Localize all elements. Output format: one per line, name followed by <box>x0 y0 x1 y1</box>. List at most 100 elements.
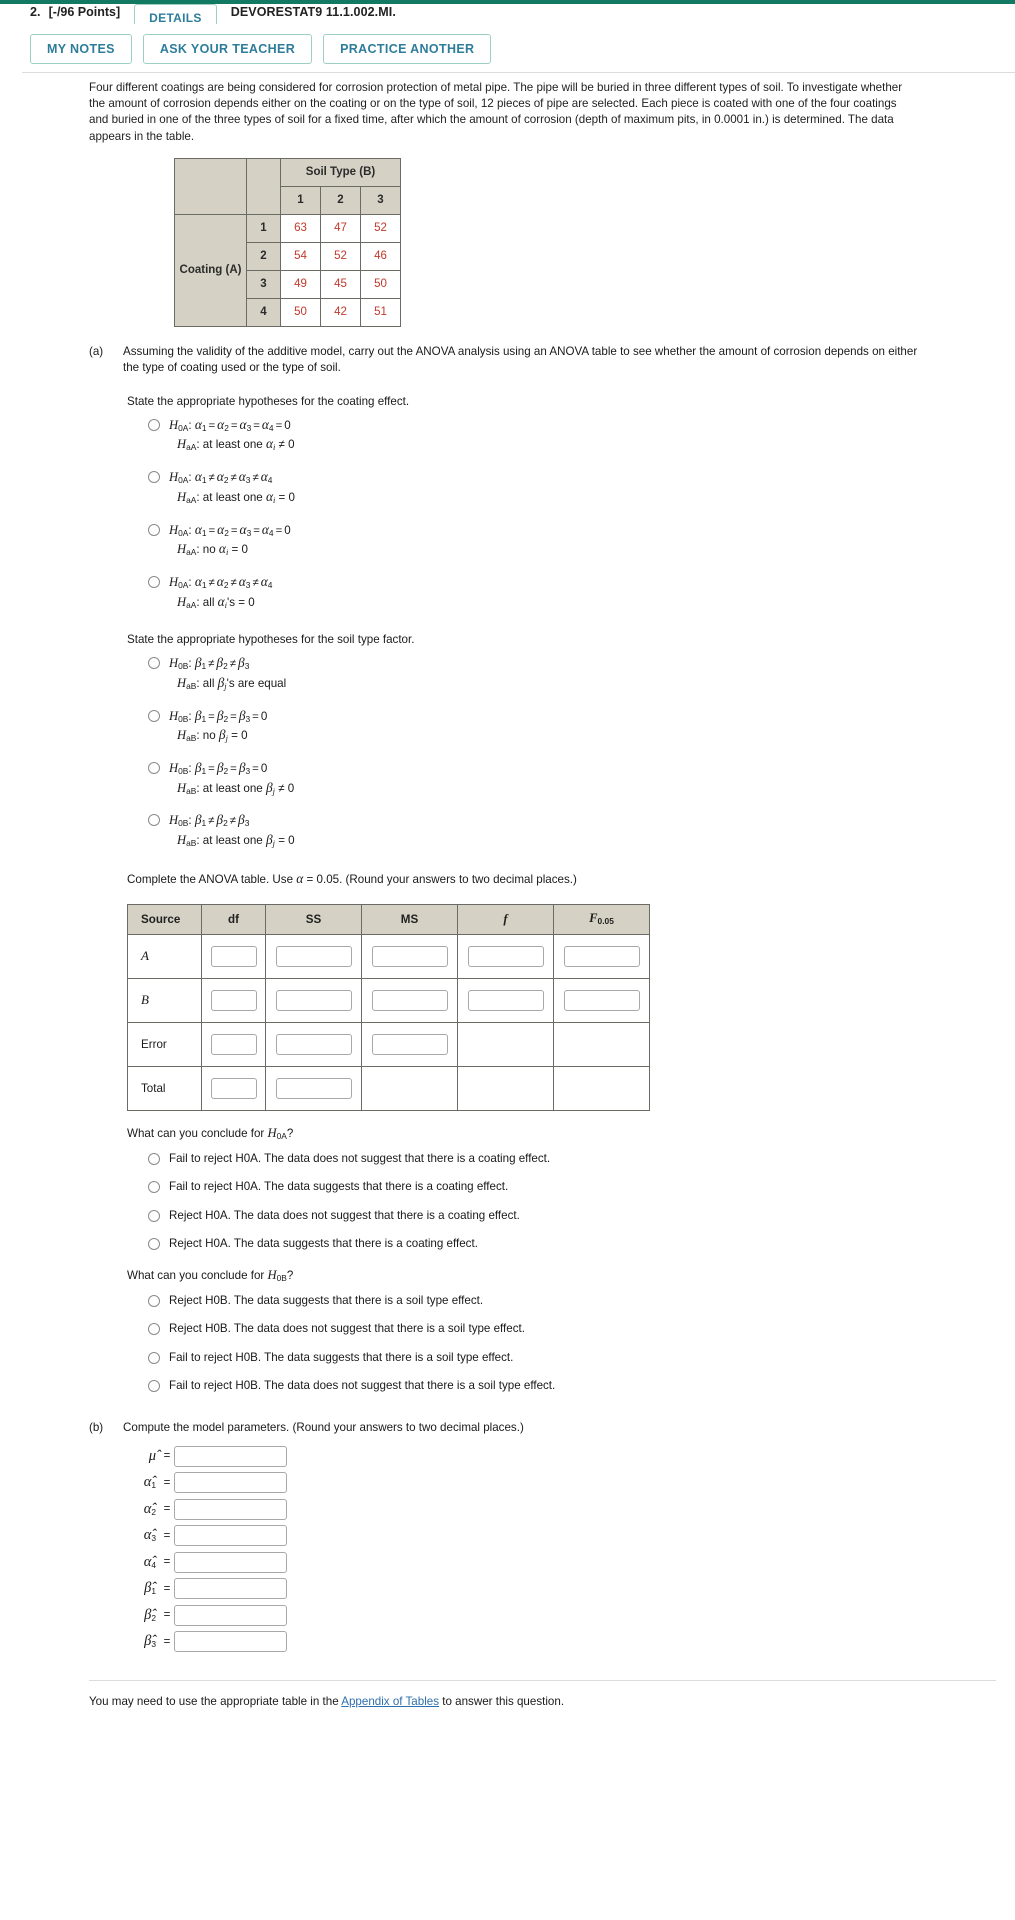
anova-table: Source df SS MS f F0.05 A B Error Total <box>127 903 650 1111</box>
radio-button[interactable] <box>148 1380 160 1393</box>
question-header: 2. [-/96 Points] DETAILS DEVORESTAT9 11.… <box>0 4 1015 24</box>
conclusion-b-options: Reject H0B. The data suggests that there… <box>148 1293 1015 1395</box>
radio-button[interactable] <box>148 1351 160 1364</box>
anova-a-ms-input[interactable] <box>371 945 448 967</box>
conclusion-a-option-2[interactable]: Fail to reject H0A. The data suggests th… <box>148 1179 1015 1196</box>
anova-col-f05: F0.05 <box>553 903 650 935</box>
anova-total-df-input[interactable] <box>210 1077 257 1099</box>
radio-button[interactable] <box>148 1152 160 1165</box>
param-label-alpha2: α̂2 <box>143 1500 156 1518</box>
soil-hypothesis-prompt: State the appropriate hypotheses for the… <box>127 633 415 647</box>
anova-prompt-pre: Complete the ANOVA table. Use <box>127 872 297 886</box>
question-number: 2. <box>30 5 41 19</box>
equals-sign: = <box>163 1609 171 1622</box>
radio-button[interactable] <box>148 1323 160 1336</box>
ask-your-teacher-button[interactable]: ASK YOUR TEACHER <box>142 34 313 64</box>
anova-error-ms-input[interactable] <box>371 1033 448 1055</box>
anova-col-ms: MS <box>361 903 458 935</box>
param-row-beta1: β̂1 = <box>124 1577 1015 1600</box>
radio-button[interactable] <box>148 1209 160 1222</box>
conclusion-b-option-4[interactable]: Fail to reject H0B. The data does not su… <box>148 1378 1015 1395</box>
param-alpha4-input[interactable] <box>174 1551 287 1573</box>
anova-prompt-post: = 0.05. (Round your answers to two decim… <box>303 872 577 886</box>
table-corner-cell-2 <box>246 157 281 215</box>
data-cell-1-2: 47 <box>320 213 361 243</box>
anova-b-f05-input[interactable] <box>563 989 640 1011</box>
anova-error-ss-input[interactable] <box>275 1033 352 1055</box>
table-corner-cell <box>174 157 247 215</box>
anova-col-source: Source <box>127 903 202 935</box>
anova-cell <box>457 933 554 979</box>
conclusion-a-option-3[interactable]: Reject H0A. The data does not suggest th… <box>148 1208 1015 1225</box>
anova-a-f-input[interactable] <box>467 945 544 967</box>
appendix-of-tables-link[interactable]: Appendix of Tables <box>341 1695 439 1708</box>
conclusion-a-option-1[interactable]: Fail to reject H0A. The data does not su… <box>148 1151 1015 1168</box>
anova-b-f-input[interactable] <box>467 989 544 1011</box>
conclusion-b-label-4: Fail to reject H0B. The data does not su… <box>169 1379 556 1393</box>
practice-another-button[interactable]: PRACTICE ANOTHER <box>323 34 492 64</box>
data-cell-2-3: 46 <box>360 241 401 271</box>
radio-button[interactable] <box>148 523 160 536</box>
radio-button[interactable] <box>148 575 160 588</box>
anova-a-f05-input[interactable] <box>563 945 640 967</box>
param-beta2-input[interactable] <box>174 1604 287 1626</box>
anova-cell <box>265 977 362 1023</box>
radio-button[interactable] <box>148 1238 160 1251</box>
param-alpha2-input[interactable] <box>174 1498 287 1520</box>
radio-button[interactable] <box>148 709 160 722</box>
anova-a-ss-input[interactable] <box>275 945 352 967</box>
anova-row-a-label: A <box>127 933 202 979</box>
soil-option-1[interactable]: H0B: β1 ≠ β2 ≠ β3 HaB: all βj's are equal <box>148 655 1015 695</box>
anova-b-ss-input[interactable] <box>275 989 352 1011</box>
param-mu-input[interactable] <box>174 1445 287 1467</box>
radio-button[interactable] <box>148 761 160 774</box>
data-cell-4-1: 50 <box>280 297 321 327</box>
soil-option-2[interactable]: H0B: β1 = β2 = β3 = 0 HaB: no βj = 0 <box>148 708 1015 748</box>
param-label-mu: μ̂ <box>148 1447 156 1464</box>
anova-cell <box>553 977 650 1023</box>
conclude-b-pre: What can you conclude for <box>127 1268 268 1282</box>
anova-b-ms-input[interactable] <box>371 989 448 1011</box>
radio-button[interactable] <box>148 814 160 827</box>
conclusion-a-label-1: Fail to reject H0A. The data does not su… <box>169 1151 551 1165</box>
coating-level-2: 2 <box>246 241 281 271</box>
param-row-alpha1: α̂1 = <box>124 1471 1015 1494</box>
radio-button[interactable] <box>148 1181 160 1194</box>
coating-level-4: 4 <box>246 297 281 327</box>
anova-total-ss-input[interactable] <box>275 1077 352 1099</box>
coating-option-2[interactable]: H0A: α1 ≠ α2 ≠ α3 ≠ α4 HaA: at least one αi = … <box>148 469 1015 509</box>
conclusion-a-option-4[interactable]: Reject H0A. The data suggests that there… <box>148 1236 1015 1253</box>
f-italic: f <box>503 911 508 926</box>
data-cell-2-1: 54 <box>280 241 321 271</box>
radio-button[interactable] <box>148 657 160 670</box>
part-b-label: (b) <box>89 1420 104 1434</box>
anova-b-df-input[interactable] <box>210 989 257 1011</box>
part-b-text: Compute the model parameters. (Round you… <box>123 1420 524 1434</box>
table-row: A <box>127 933 650 979</box>
anova-a-df-input[interactable] <box>210 945 257 967</box>
my-notes-button[interactable]: MY NOTES <box>30 34 132 64</box>
anova-row-total-label: Total <box>127 1065 202 1111</box>
conclusion-b-option-1[interactable]: Reject H0B. The data suggests that there… <box>148 1293 1015 1310</box>
coating-level-3: 3 <box>246 269 281 299</box>
part-a: (a) Assuming the validity of the additiv… <box>89 344 929 376</box>
data-table-container: Soil Type (B) 1 2 3 Coating (A) 1 63 47 … <box>174 157 1015 327</box>
anova-error-df-input[interactable] <box>210 1033 257 1055</box>
footer-text-pre: You may need to use the appropriate tabl… <box>89 1695 342 1709</box>
param-alpha1-input[interactable] <box>174 1472 287 1494</box>
soil-option-4[interactable]: H0B: β1 ≠ β2 ≠ β3 HaB: at least one βj = 0 <box>148 812 1015 852</box>
param-beta1-input[interactable] <box>174 1578 287 1600</box>
details-button[interactable]: DETAILS <box>134 4 217 24</box>
param-beta3-input[interactable] <box>174 1631 287 1653</box>
radio-button[interactable] <box>148 471 160 484</box>
soil-option-3[interactable]: H0B: β1 = β2 = β3 = 0 HaB: at least one βj ≠ 0 <box>148 760 1015 800</box>
param-alpha3-input[interactable] <box>174 1525 287 1547</box>
coating-option-1[interactable]: H0A: α1 = α2 = α3 = α4 = 0 HaA: at least one αi … <box>148 417 1015 457</box>
conclude-b-post: ? <box>286 1268 294 1282</box>
coating-option-3[interactable]: H0A: α1 = α2 = α3 = α4 = 0 HaA: no αi = 0 <box>148 522 1015 562</box>
conclusion-b-option-2[interactable]: Reject H0B. The data does not suggest th… <box>148 1321 1015 1338</box>
conclusion-b-option-3[interactable]: Fail to reject H0B. The data suggests th… <box>148 1350 1015 1367</box>
radio-button[interactable] <box>148 1294 160 1307</box>
radio-button[interactable] <box>148 418 160 431</box>
coating-option-4[interactable]: H0A: α1 ≠ α2 ≠ α3 ≠ α4 HaA: all αi's = 0 <box>148 574 1015 614</box>
